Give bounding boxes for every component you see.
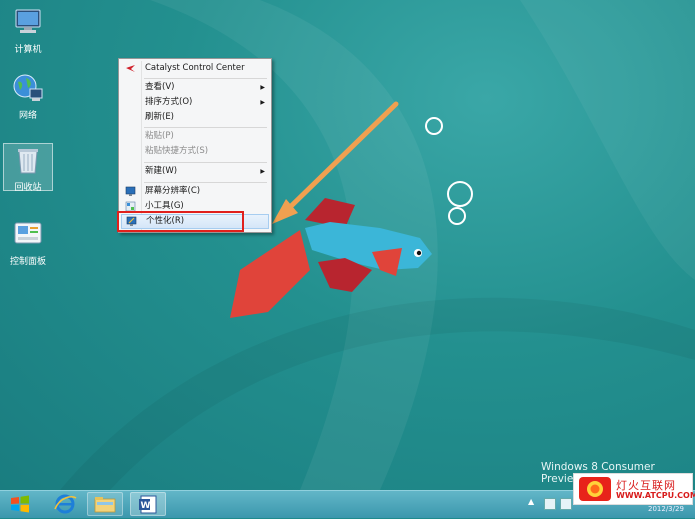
wallpaper-art — [60, 0, 695, 490]
submenu-arrow-icon: ▶ — [260, 84, 265, 91]
computer-icon — [15, 9, 41, 33]
svg-text:W: W — [141, 501, 151, 511]
submenu-arrow-icon: ▶ — [260, 168, 265, 175]
desktop-icon-label: 回收站 — [14, 183, 42, 193]
taskbar-ie-button[interactable] — [52, 493, 78, 515]
windows-logo-icon — [11, 495, 29, 513]
desktop-icon-network[interactable]: 网络 — [4, 72, 52, 122]
menu-item-view[interactable]: 查看(V) ▶ — [121, 80, 269, 95]
menu-item-sort-by[interactable]: 排序方式(O) ▶ — [121, 95, 269, 110]
recycle-bin-icon — [18, 149, 38, 174]
menu-item-screen-resolution[interactable]: 屏幕分辨率(C) — [121, 184, 269, 199]
menu-separator — [144, 78, 267, 79]
network-tray-icon[interactable] — [544, 498, 556, 510]
control-panel-icon — [14, 222, 42, 244]
menu-item-paste[interactable]: 粘贴(P) — [121, 129, 269, 144]
desktop[interactable]: 计算机 网络 回收站 控制面板 Windows 8 Consumer Previ… — [0, 0, 695, 490]
folder-icon — [94, 497, 116, 513]
start-button[interactable] — [8, 494, 32, 514]
highlight-annotation-box — [117, 211, 244, 232]
clock-date[interactable]: 2012/3/29 — [648, 505, 684, 513]
brand-url: WWW.ATCPU.COM — [616, 491, 695, 500]
desktop-icon-computer[interactable]: 计算机 — [4, 6, 52, 56]
word-icon: W — [139, 495, 157, 514]
bubble — [447, 181, 473, 207]
bubble — [425, 117, 443, 135]
menu-separator — [144, 182, 267, 183]
menu-item-refresh[interactable]: 刷新(E) — [121, 110, 269, 125]
network-globe-icon — [13, 74, 43, 101]
bubble — [448, 207, 466, 225]
desktop-icon-label: 控制面板 — [9, 257, 46, 267]
menu-item-paste-shortcut[interactable]: 粘贴快捷方式(S) — [121, 144, 269, 159]
menu-item-new[interactable]: 新建(W) ▶ — [121, 164, 269, 179]
taskbar-explorer-button[interactable] — [87, 492, 123, 516]
desktop-icon-label: 计算机 — [14, 45, 42, 55]
tray-overflow-icon[interactable]: ▲ — [528, 497, 534, 506]
menu-item-catalyst-control-center[interactable]: Catalyst Control Center — [121, 61, 269, 76]
taskbar-word-button[interactable]: W — [130, 492, 166, 516]
screen-resolution-icon — [125, 186, 136, 196]
menu-separator — [144, 127, 267, 128]
flame-logo-icon — [579, 477, 611, 501]
volume-tray-icon[interactable] — [560, 498, 572, 510]
menu-separator — [144, 162, 267, 163]
amd-catalyst-icon — [126, 65, 135, 72]
submenu-arrow-icon: ▶ — [260, 99, 265, 106]
site-logo: 灯火互联网 WWW.ATCPU.COM — [573, 473, 695, 505]
internet-explorer-icon — [54, 494, 77, 514]
desktop-icon-control-panel[interactable]: 控制面板 — [4, 218, 52, 268]
desktop-context-menu: Catalyst Control Center 查看(V) ▶ 排序方式(O) … — [118, 58, 272, 233]
desktop-icon-label: 网络 — [18, 111, 37, 121]
desktop-icon-recycle-bin[interactable]: 回收站 — [3, 143, 53, 193]
